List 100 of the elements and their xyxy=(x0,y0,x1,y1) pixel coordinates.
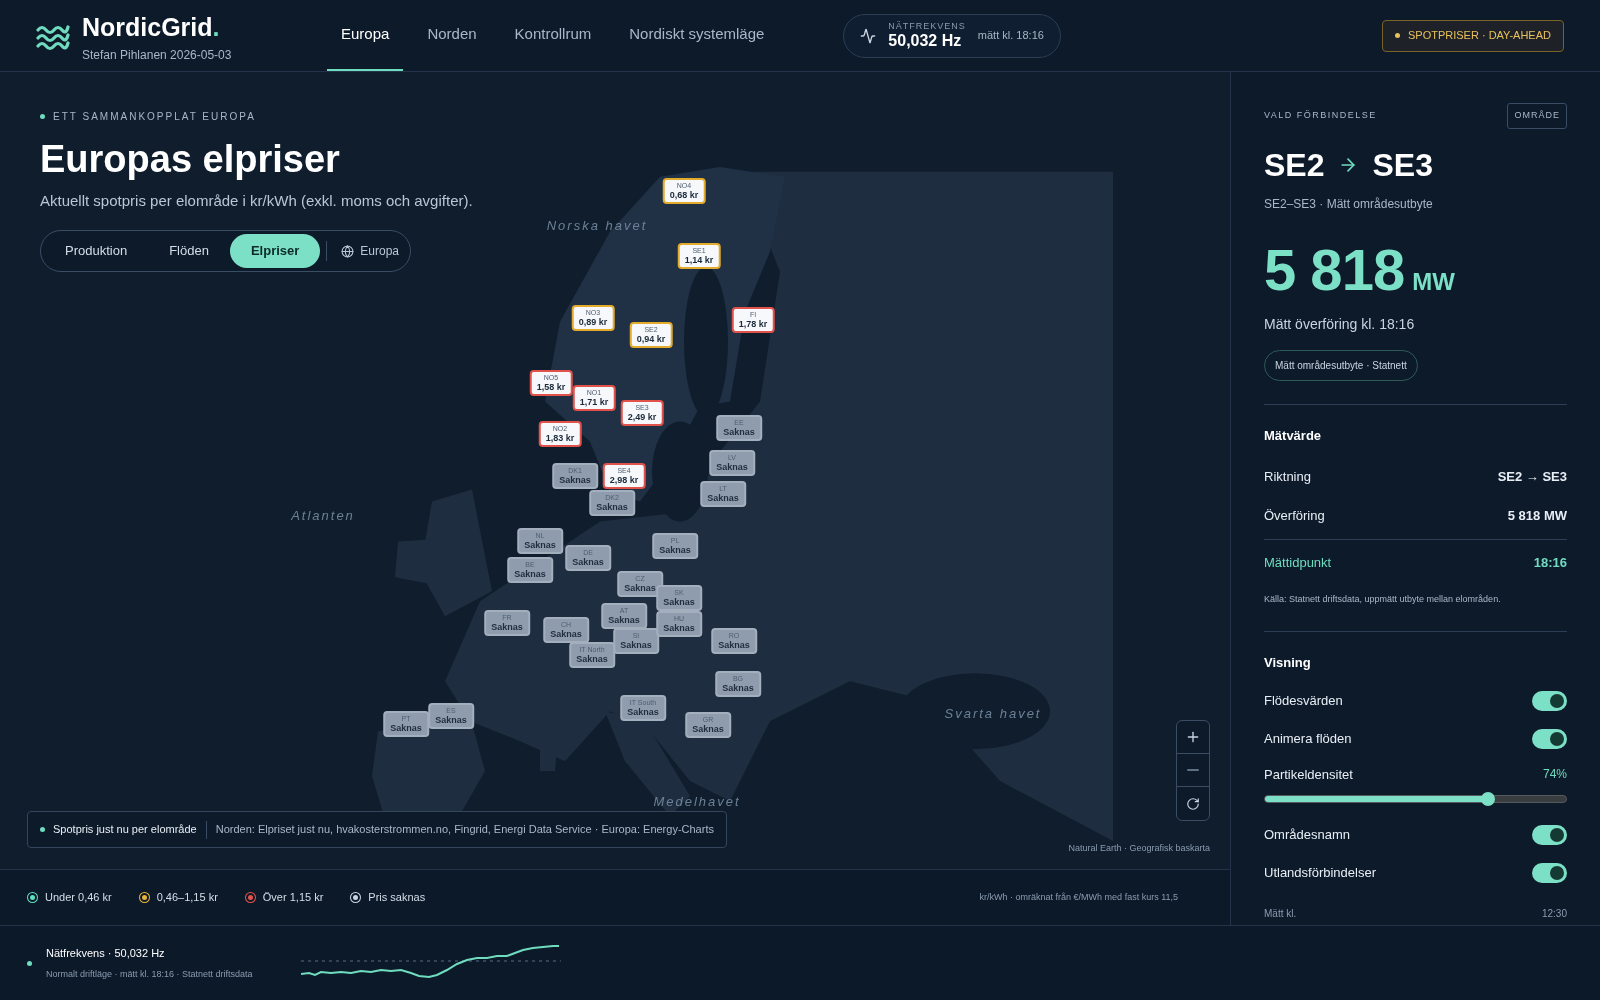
minus-icon xyxy=(1187,769,1199,771)
legend-label: Över 1,15 kr xyxy=(262,890,324,906)
area-price: Saknas xyxy=(608,616,640,625)
panel-eyebrow: VALD FÖRBINDELSE xyxy=(1264,109,1377,122)
area-price: 1,14 kr xyxy=(684,256,714,265)
row-value: 18:16 xyxy=(1533,553,1567,572)
area-price: Saknas xyxy=(624,584,656,593)
area-price: 0,94 kr xyxy=(636,335,666,344)
toggle-switch[interactable] xyxy=(1532,691,1567,711)
from-area: SE2 xyxy=(1264,140,1325,189)
row-label: Riktning xyxy=(1264,467,1311,486)
flow-unit: MW xyxy=(1412,266,1455,297)
map-attribution: Natural Earth · Geografisk baskarta xyxy=(1068,842,1210,855)
area-price: Saknas xyxy=(663,598,695,607)
area-price: 2,98 kr xyxy=(609,476,639,485)
reset-icon xyxy=(1186,796,1200,811)
globe-icon xyxy=(341,244,355,258)
row-value: SE2 → SE3 xyxy=(1497,467,1567,486)
area-price: Saknas xyxy=(718,641,750,650)
scope-button[interactable]: Europa xyxy=(333,242,408,260)
setting-label: Flödesvärden xyxy=(1264,692,1343,711)
slider-thumb[interactable] xyxy=(1480,791,1495,806)
area-price: Saknas xyxy=(550,630,582,639)
plus-icon xyxy=(1185,729,1201,745)
area-tag: OMRÅDE xyxy=(1507,103,1567,129)
page-title: Europas elpriser xyxy=(40,137,341,182)
nav-tab[interactable]: Kontrollrum xyxy=(500,0,606,71)
flow-caption: Mätt överföring kl. 18:16 xyxy=(1264,314,1416,334)
user-date: Stefan Pihlanen 2026-05-03 xyxy=(82,47,233,64)
connection-subtitle: SE2–SE3 · Mätt områdesutbyte xyxy=(1264,195,1434,213)
brand-dot: . xyxy=(212,15,220,40)
area-price: Saknas xyxy=(627,708,659,717)
area-price: 2,49 kr xyxy=(627,413,657,422)
area-price: Saknas xyxy=(435,716,467,725)
frequency-label: NÄTFREKVENS xyxy=(888,22,966,31)
area-price: 1,78 kr xyxy=(738,320,768,329)
nav-tab[interactable]: Norden xyxy=(413,0,491,71)
area-price: Saknas xyxy=(559,476,591,485)
setting-label: Partikeldensitet xyxy=(1264,766,1353,784)
section-heading: Mätvärde xyxy=(1264,426,1323,445)
area-price: Saknas xyxy=(692,725,724,734)
area-price: 1,71 kr xyxy=(579,398,609,407)
area-price: 0,68 kr xyxy=(669,191,699,200)
frequency-status: Nätfrekvens · 50,032 Hz xyxy=(46,946,166,961)
page-subtitle: Aktuellt spotpris per elområde i kr/kWh (exkl. moms och avgifter). xyxy=(40,190,473,211)
to-area: SE3 xyxy=(1372,140,1433,189)
footer-value: 12:30 xyxy=(1541,907,1567,921)
pulse-icon xyxy=(860,27,877,44)
legend-label: Under 0,46 kr xyxy=(45,890,112,906)
toggle-switch[interactable] xyxy=(1532,729,1567,749)
sea-label: Svarta havet xyxy=(944,705,1042,724)
slider-track[interactable] xyxy=(1264,794,1567,803)
slider-reading: 74% xyxy=(1542,766,1567,783)
badge-text: SPOTPRISER · DAY-AHEAD xyxy=(1407,28,1551,44)
area-price: Saknas xyxy=(596,503,628,512)
area-price: Saknas xyxy=(524,541,556,550)
sea-label: Medelhavet xyxy=(653,793,741,812)
mode-tab[interactable]: Produktion xyxy=(44,234,149,268)
toggle-switch[interactable] xyxy=(1532,863,1567,883)
footer-label: Mätt kl. xyxy=(1264,907,1297,921)
info-label: Spotpris just nu per elområde xyxy=(53,822,197,838)
area-price: Saknas xyxy=(659,546,691,555)
frequency-value: 50,032 Hz xyxy=(888,33,963,49)
area-price: Saknas xyxy=(620,641,652,650)
area-price: Saknas xyxy=(722,684,754,693)
data-sources: Norden: Elpriset just nu, hvakosterstrommen.no, Fingrid, Energi Data Service · Europa: Energy-Charts xyxy=(215,822,714,838)
area-price: 1,83 kr xyxy=(545,434,575,443)
setting-label: Animera flöden xyxy=(1264,730,1352,749)
row-value: 5 818 MW xyxy=(1507,506,1567,525)
source-note: Källa: Statnett driftsdata, uppmätt utbyte mellan elområden. xyxy=(1264,593,1502,606)
mode-tab[interactable]: Elpriser xyxy=(229,234,321,268)
sea-label: Norska havet xyxy=(546,217,648,236)
area-price: Saknas xyxy=(707,494,739,503)
sea-label: Atlanten xyxy=(291,507,355,526)
area-price: Saknas xyxy=(572,558,604,567)
flow-value: 5 818 xyxy=(1264,240,1405,299)
nav-tab[interactable]: Nordiskt systemläge xyxy=(615,0,779,71)
brand-name: NordicGrid xyxy=(82,15,213,40)
area-price: Saknas xyxy=(663,624,695,633)
setting-label: Utlandsförbindelser xyxy=(1264,864,1376,883)
area-price: Saknas xyxy=(723,428,755,437)
unit-note: kr/kWh · omräknat från €/MWh med fast kurs 11,5 xyxy=(979,890,1178,904)
area-price: Saknas xyxy=(576,655,608,664)
legend-label: Pris saknas xyxy=(368,890,426,906)
area-price: 0,89 kr xyxy=(578,318,608,327)
toggle-switch[interactable] xyxy=(1532,825,1567,845)
mode-tab[interactable]: Flöden xyxy=(148,234,230,268)
section-heading: Visning xyxy=(1264,653,1312,672)
area-price: 1,58 kr xyxy=(536,383,566,392)
frequency-time: mätt kl. 18:16 xyxy=(977,28,1044,44)
legend-label: 0,46–1,15 kr xyxy=(156,890,218,906)
section-eyebrow: ETT SAMMANKOPPLAT EUROPA xyxy=(53,110,256,124)
area-price: Saknas xyxy=(491,623,523,632)
area-price: Saknas xyxy=(716,463,748,472)
setting-label: Områdesnamn xyxy=(1264,826,1350,845)
area-price: Saknas xyxy=(514,570,546,579)
area-price: Saknas xyxy=(390,724,422,733)
row-label: Överföring xyxy=(1264,506,1325,525)
frequency-detail: Normalt driftläge · mätt kl. 18:16 · Statnett driftsdata xyxy=(46,967,254,981)
row-label: Mättidpunkt xyxy=(1264,553,1332,572)
